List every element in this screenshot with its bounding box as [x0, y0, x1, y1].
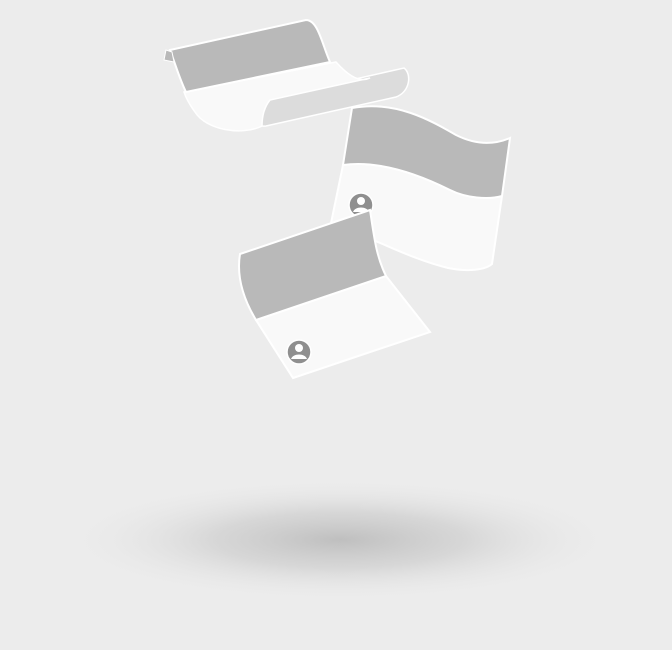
user-avatar-icon: [286, 339, 312, 365]
ground-shadow: [60, 478, 620, 602]
floating-cards-illustration: [60, 18, 620, 602]
